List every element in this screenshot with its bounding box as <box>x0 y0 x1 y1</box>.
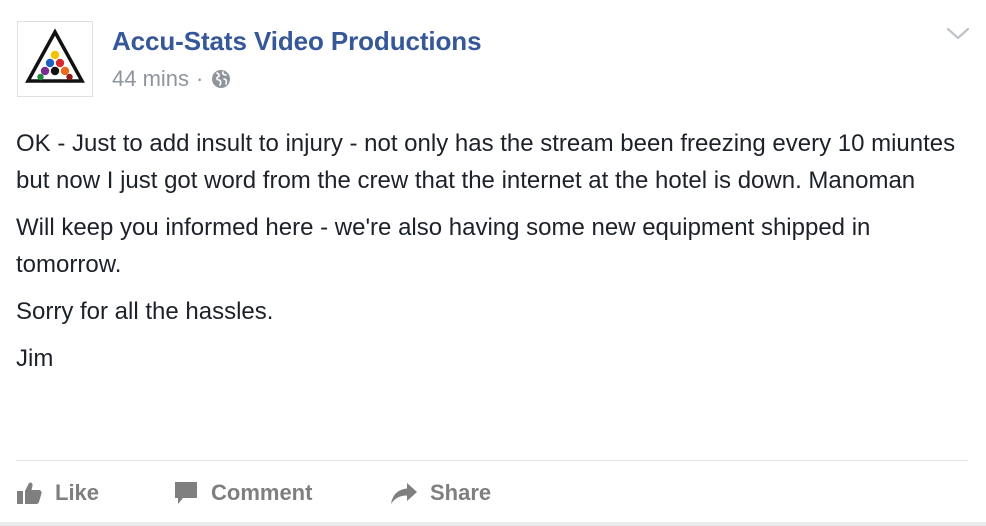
post-paragraph: OK - Just to add insult to injury - not … <box>16 130 956 194</box>
share-arrow-icon <box>391 483 417 504</box>
chevron-down-icon[interactable] <box>946 26 970 42</box>
page-avatar[interactable] <box>17 21 93 97</box>
page-name-link[interactable]: Accu-Stats Video Productions <box>112 26 482 57</box>
like-button[interactable]: Like <box>16 476 99 510</box>
post-bottom-border <box>0 522 986 526</box>
facebook-post: Accu-Stats Video Productions 44 mins · O… <box>0 0 986 526</box>
thumbs-up-icon <box>17 482 42 504</box>
post-body: OK - Just to add insult to injury - not … <box>16 125 976 387</box>
post-meta: 44 mins · <box>112 66 231 92</box>
post-paragraph: Jim <box>16 345 54 372</box>
comment-button[interactable]: Comment <box>173 476 312 510</box>
globe-icon[interactable] <box>211 69 231 89</box>
meta-separator: · <box>196 66 204 91</box>
like-label: Like <box>55 480 100 505</box>
accu-stats-logo <box>25 28 85 83</box>
action-divider <box>16 460 968 461</box>
post-paragraph: Will keep you informed here - we're also… <box>16 214 871 278</box>
share-label: Share <box>430 480 492 505</box>
speech-bubble-icon <box>175 482 197 504</box>
comment-label: Comment <box>211 480 313 505</box>
post-paragraph: Sorry for all the hassles. <box>16 298 274 325</box>
post-timestamp[interactable]: 44 mins <box>112 66 189 92</box>
share-button[interactable]: Share <box>390 476 491 510</box>
